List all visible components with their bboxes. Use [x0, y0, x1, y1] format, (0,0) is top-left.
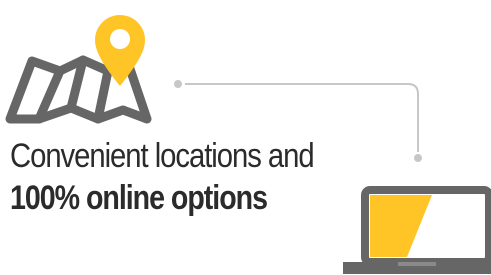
headline-line-1: Convenient locations and	[10, 137, 315, 175]
headline-line-2: 100% online options	[10, 179, 268, 217]
laptop-icon	[343, 186, 491, 274]
headline: Convenient locations and 100% online opt…	[10, 139, 363, 215]
